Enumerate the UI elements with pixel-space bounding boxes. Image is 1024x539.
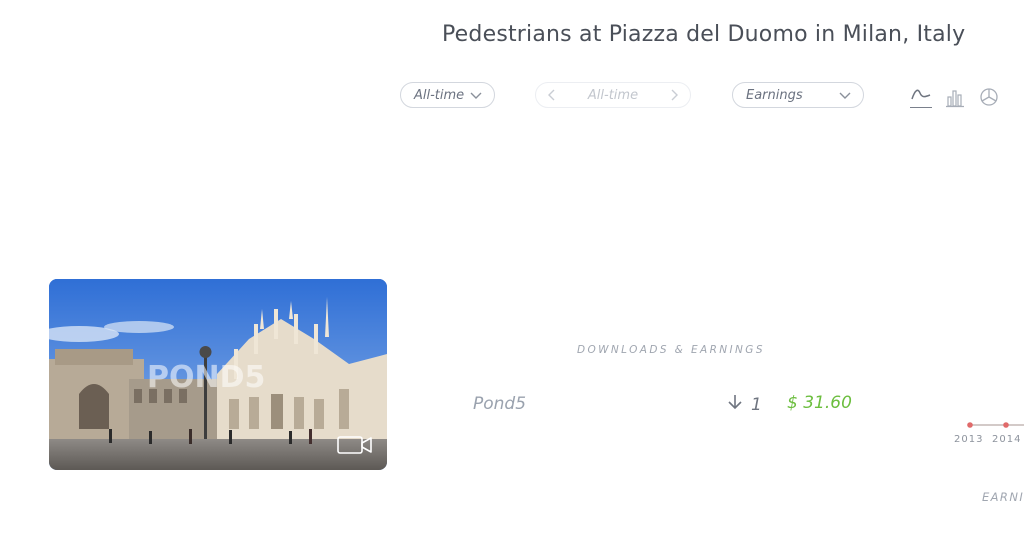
section-label: DOWNLOADS & EARNINGS — [577, 344, 765, 356]
bar-chart-icon[interactable] — [944, 86, 966, 108]
timeline-dot — [967, 422, 973, 428]
pie-chart-icon[interactable] — [978, 86, 1000, 108]
period-dropdown[interactable]: All-time — [400, 82, 495, 108]
earnings-value: $ 31.60 — [787, 393, 852, 413]
arrow-down-icon — [727, 393, 743, 416]
chevron-down-icon — [468, 87, 484, 103]
range-selector[interactable]: All-time — [535, 82, 691, 108]
page-title: Pedestrians at Piazza del Duomo in Milan… — [442, 22, 966, 47]
video-camera-icon — [337, 434, 373, 456]
timeline-line — [967, 422, 1024, 428]
clip-thumbnail[interactable]: POND5 — [49, 279, 387, 470]
period-dropdown-label: All-time — [414, 87, 465, 103]
timeline-year: 2014 — [992, 434, 1022, 445]
chevron-left-icon[interactable] — [544, 87, 560, 103]
metric-dropdown[interactable]: Earnings — [732, 82, 864, 108]
source-name: Pond5 — [473, 394, 527, 414]
downloads-value: 1 — [751, 394, 762, 415]
downloads-count: 1 — [727, 393, 762, 416]
line-chart-icon[interactable] — [910, 84, 932, 108]
earnings-chart-label: EARNI — [982, 490, 1024, 504]
range-selector-label: All-time — [587, 87, 639, 103]
timeline-dot — [1003, 422, 1009, 428]
watermark-text: POND5 — [147, 360, 265, 395]
chart-type-switcher — [910, 84, 1000, 108]
timeline-year: 2013 — [954, 434, 984, 445]
metric-dropdown-label: Earnings — [746, 87, 803, 103]
page: Pedestrians at Piazza del Duomo in Milan… — [0, 0, 1024, 539]
chevron-down-icon — [837, 87, 853, 103]
timeline: 2013 2014 — [954, 418, 1024, 448]
chevron-right-icon[interactable] — [666, 87, 682, 103]
